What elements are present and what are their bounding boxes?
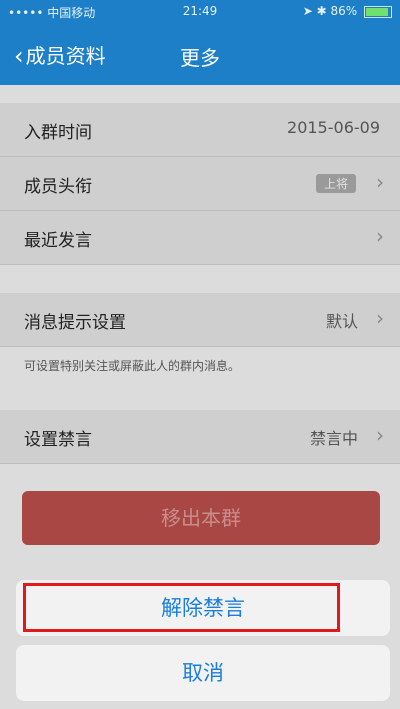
chevron-right-icon: › bbox=[376, 306, 384, 330]
row-notification-settings[interactable]: 消息提示设置 默认 › bbox=[0, 293, 400, 347]
location-icon: ➤ bbox=[302, 4, 313, 18]
chevron-right-icon: › bbox=[376, 224, 384, 248]
cancel-button[interactable]: 取消 bbox=[16, 645, 390, 701]
battery-percent: 86% bbox=[330, 4, 358, 18]
chevron-right-icon: › bbox=[376, 423, 384, 447]
row-label: 最近发言 bbox=[24, 231, 92, 251]
navigation-bar: ‹ 成员资料 更多 bbox=[0, 22, 400, 85]
title-tag: 上将 bbox=[315, 174, 356, 193]
unmute-button[interactable]: 解除禁言 bbox=[16, 580, 390, 636]
row-value: 禁言中 bbox=[309, 429, 358, 448]
row-member-title[interactable]: 成员头衔 上将 › bbox=[0, 157, 400, 211]
chevron-right-icon: › bbox=[376, 170, 384, 194]
row-recent-posts[interactable]: 最近发言 › bbox=[0, 211, 400, 265]
row-label: 设置禁言 bbox=[24, 430, 92, 450]
status-right: ➤ ✱ 86% bbox=[303, 4, 392, 18]
row-label: 消息提示设置 bbox=[24, 313, 126, 333]
row-label: 入群时间 bbox=[24, 123, 92, 143]
row-mute-settings[interactable]: 设置禁言 禁言中 › bbox=[0, 410, 400, 464]
back-label: 成员资料 bbox=[25, 44, 106, 68]
row-value: 2015-06-09 bbox=[287, 118, 380, 137]
row-join-time: 入群时间 2015-06-09 bbox=[0, 103, 400, 157]
row-value: 默认 bbox=[325, 312, 358, 331]
battery-icon bbox=[364, 5, 392, 18]
page-title: 更多 bbox=[180, 46, 220, 70]
bluetooth-icon: ✱ bbox=[316, 4, 327, 18]
hint-text: 可设置特别关注或屏蔽此人的群内消息。 bbox=[24, 359, 241, 373]
chevron-left-icon: ‹ bbox=[14, 42, 24, 70]
remove-from-group-button[interactable]: 移出本群 bbox=[22, 491, 380, 545]
status-bar: ••••• 中国移动 21:49 ➤ ✱ 86% bbox=[0, 0, 400, 22]
back-button[interactable]: ‹ 成员资料 bbox=[14, 40, 106, 70]
row-label: 成员头衔 bbox=[24, 177, 92, 197]
